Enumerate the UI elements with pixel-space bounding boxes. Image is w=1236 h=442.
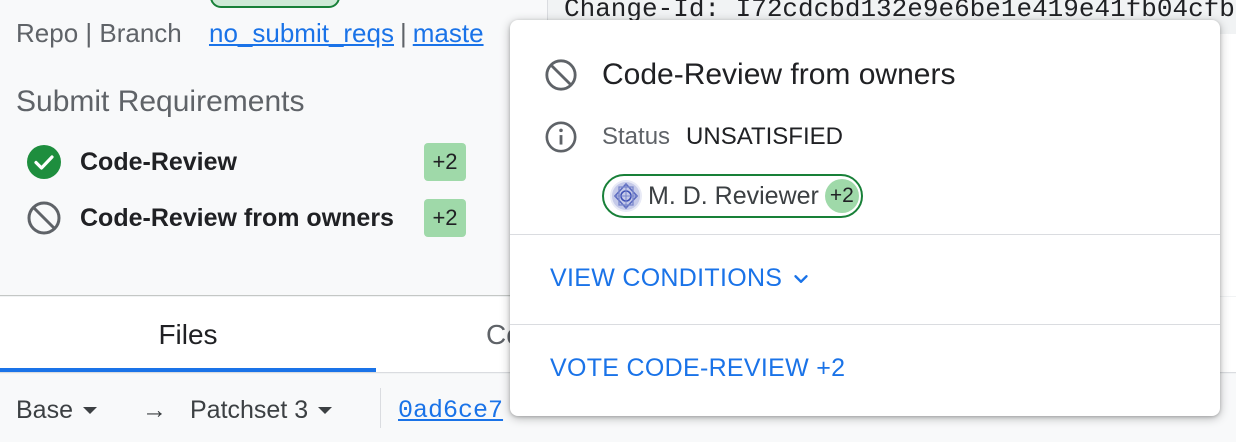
- info-icon: [545, 121, 577, 153]
- divider: [510, 324, 1220, 325]
- status-value: UNSATISFIED: [686, 123, 843, 150]
- submit-requirements-title: Submit Requirements: [16, 85, 305, 118]
- caret-down-icon: [82, 407, 97, 414]
- arrow-right-icon: →: [142, 396, 167, 424]
- base-dropdown-label: Base: [16, 396, 73, 424]
- view-conditions-label: VIEW CONDITIONS: [550, 264, 783, 292]
- divider: [510, 234, 1220, 235]
- owner-chip-partial[interactable]: [210, 0, 340, 8]
- change-metadata-panel: Repo | Branch no_submit_reqs | maste Submi…: [0, 0, 548, 296]
- chevron-down-icon: [794, 274, 808, 283]
- requirement-vote-badge: +2: [424, 143, 466, 181]
- vote-code-review-label: VOTE CODE-REVIEW +2: [550, 354, 846, 382]
- repo-branch-row: Repo | Branch no_submit_reqs | maste: [16, 18, 484, 49]
- requirement-name: Code-Review from owners: [80, 203, 394, 232]
- requirement-code-review-owners[interactable]: Code-Review from owners: [26, 200, 394, 236]
- reviewer-vote-chip[interactable]: M. D. Reviewer +2: [602, 174, 863, 218]
- hovercard-header: Code-Review from owners: [544, 58, 955, 92]
- requirement-name: Code-Review: [80, 147, 237, 176]
- status-label: Status: [602, 123, 671, 150]
- branch-link[interactable]: maste: [413, 18, 484, 48]
- check-circle-icon: [27, 145, 61, 179]
- reviewer-vote-badge: +2: [824, 179, 859, 213]
- block-icon: [27, 201, 61, 235]
- avatar-pattern-icon: [612, 182, 640, 210]
- view-conditions-button[interactable]: VIEW CONDITIONS: [550, 264, 812, 293]
- patchset-dropdown-label: Patchset 3: [190, 396, 309, 424]
- avatar: [610, 180, 642, 212]
- tab-files[interactable]: Files: [0, 297, 376, 373]
- reviewer-name: M. D. Reviewer: [648, 181, 819, 210]
- status-row: Status UNSATISFIED: [544, 120, 843, 154]
- caret-down-icon: [318, 407, 333, 414]
- repo-link[interactable]: no_submit_reqs: [209, 18, 394, 48]
- vote-code-review-button[interactable]: VOTE CODE-REVIEW +2: [550, 354, 845, 383]
- block-icon: [545, 59, 577, 91]
- patchset-dropdown[interactable]: Patchset 3: [190, 396, 333, 425]
- commit-sha-link[interactable]: 0ad6ce7: [398, 396, 503, 425]
- hovercard-title: Code-Review from owners: [602, 58, 956, 91]
- requirement-vote-badge: +2: [424, 199, 466, 237]
- divider: [380, 388, 381, 428]
- repo-branch-label: Repo | Branch: [16, 18, 182, 48]
- active-tab-indicator: [0, 368, 376, 372]
- base-dropdown[interactable]: Base: [16, 396, 97, 425]
- requirement-code-review[interactable]: Code-Review: [26, 144, 237, 180]
- submit-requirement-hovercard: Code-Review from owners Status UNSATISFI…: [510, 20, 1220, 416]
- repo-branch-separator: |: [399, 18, 407, 48]
